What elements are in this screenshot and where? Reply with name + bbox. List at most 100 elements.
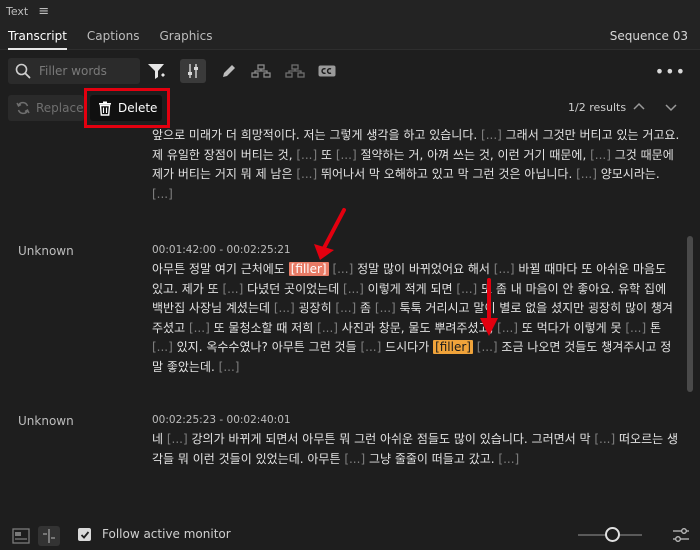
sequence-name: Sequence 03 <box>609 29 688 43</box>
transcript-text[interactable]: 강의가 바뀌게 되면서 아무튼 뭐 그런 아쉬운 점들도 많이 있습니다. 그러… <box>188 432 595 446</box>
transcript-text[interactable]: 있지. 옥수수였나? 아무튼 그런 것들 <box>173 340 361 354</box>
transcript-text[interactable]: 뛰어나서 막 오해하고 있고 막 그런 것은 아닙니다. <box>317 167 576 181</box>
gap-marker[interactable]: [...] <box>189 321 210 335</box>
trash-icon <box>99 101 111 116</box>
tab-transcript[interactable]: Transcript <box>0 22 75 50</box>
caption-track-button[interactable] <box>10 526 32 546</box>
search-input[interactable] <box>39 64 129 78</box>
follow-active-monitor-label: Follow active monitor <box>102 527 231 541</box>
gap-marker[interactable]: [...] <box>477 340 498 354</box>
scrollbar-thumb[interactable] <box>687 236 693 392</box>
gap-marker[interactable]: [...] <box>335 301 356 315</box>
transcript-text[interactable]: 이렇게 적게 되면 <box>364 282 457 296</box>
transcript-text[interactable]: 또 <box>317 148 336 162</box>
transcript-settings-button[interactable] <box>180 59 206 83</box>
gap-marker[interactable]: [...] <box>481 128 502 142</box>
transcript-text[interactable]: 사진과 창문, 물도 뿌려주셨고, <box>338 321 497 335</box>
replace-button[interactable]: Replace <box>8 95 84 121</box>
closed-captions-icon <box>318 65 336 77</box>
transcript-text[interactable]: 그냥 줄줄이 떠들고 갔고. <box>365 452 498 466</box>
replace-label: Replace <box>36 101 84 115</box>
gap-marker[interactable]: [...] <box>152 340 173 354</box>
delete-button[interactable]: Delete <box>90 95 162 121</box>
gap-marker[interactable]: [...] <box>576 167 597 181</box>
transcript-text[interactable]: 드시다가 <box>381 340 433 354</box>
gap-marker[interactable]: [...] <box>494 262 515 276</box>
filler-action-bar: Replace Delete 1/2 results <box>0 90 700 126</box>
speaker-label[interactable]: Unknown <box>18 414 74 428</box>
transcript-text[interactable]: 네 <box>152 432 167 446</box>
panel-title: Text <box>6 4 29 18</box>
gap-marker[interactable]: [...] <box>296 167 317 181</box>
transcript-text[interactable]: 굉장히 <box>295 301 336 315</box>
more-horizontal-icon[interactable]: ••• <box>655 62 686 81</box>
tab-bar: Transcript Captions Graphics Sequence 03 <box>0 22 700 50</box>
transcript-text[interactable]: 앞으로 미래가 더 희망적이다. 저는 그렇게 생각을 하고 있습니다. <box>152 128 481 142</box>
speaker-label[interactable]: Unknown <box>18 244 74 258</box>
transcript-paragraph[interactable]: 아무튼 정말 여기 근처에도 [filler] [...] 정말 많이 바뀌었어… <box>152 260 680 377</box>
transcript-text[interactable]: 양모시라는. <box>597 167 660 181</box>
gap-marker[interactable]: [...] <box>343 282 364 296</box>
chevron-up-icon[interactable] <box>632 100 646 114</box>
delete-label: Delete <box>118 101 158 115</box>
filter-button[interactable] <box>144 59 170 83</box>
gap-marker[interactable]: [...] <box>274 301 295 315</box>
gap-marker[interactable]: [...] <box>152 187 173 201</box>
transcript-text[interactable]: 정말 많이 바뀌었어요 해서 <box>353 262 494 276</box>
zoom-slider-knob[interactable] <box>605 527 621 542</box>
transcript-view[interactable]: 앞으로 미래가 더 희망적이다. 저는 그렇게 생각을 하고 있습니다. [..… <box>0 126 686 522</box>
transcript-text[interactable]: 좀 <box>356 301 375 315</box>
split-segments-icon <box>285 64 305 78</box>
gap-marker[interactable]: [...] <box>296 148 317 162</box>
transcript-footer: Follow active monitor <box>0 520 700 550</box>
captions-button[interactable] <box>314 59 340 83</box>
transcript-toolbar: ••• <box>0 52 700 90</box>
transcript-paragraph[interactable]: 앞으로 미래가 더 희망적이다. 저는 그렇게 생각을 하고 있습니다. [..… <box>152 126 680 204</box>
sync-playhead-button[interactable] <box>38 526 60 546</box>
panel-header: Text ≡ <box>0 0 700 22</box>
checkmark-icon <box>80 530 89 539</box>
tab-graphics[interactable]: Graphics <box>152 22 221 50</box>
transcript-text[interactable]: 톤 <box>646 321 661 335</box>
gap-marker[interactable]: [...] <box>498 452 519 466</box>
gap-marker[interactable]: [...] <box>594 432 615 446</box>
caption-track-icon <box>12 528 30 544</box>
gap-marker[interactable]: [...] <box>590 148 611 162</box>
transcript-paragraph[interactable]: 네 [...] 강의가 바뀌게 되면서 아무튼 뭐 그런 아쉬운 점들도 많이 … <box>152 430 680 469</box>
gap-marker[interactable]: [...] <box>625 321 646 335</box>
gap-marker[interactable]: [...] <box>332 262 353 276</box>
gap-marker[interactable]: [...] <box>344 452 365 466</box>
adjustments-icon[interactable] <box>672 526 690 544</box>
follow-active-monitor-checkbox[interactable] <box>78 528 91 541</box>
gap-marker[interactable]: [...] <box>219 360 240 374</box>
timecode: 00:02:25:23 - 00:02:40:01 <box>152 414 291 426</box>
gap-marker[interactable]: [...] <box>336 148 357 162</box>
merge-segments-button[interactable] <box>248 59 274 83</box>
gap-marker[interactable]: [...] <box>167 432 188 446</box>
sliders-icon <box>188 64 198 78</box>
filler-word-tag[interactable]: [filler] <box>433 340 473 354</box>
transcript-text[interactable]: 다녔던 곳이었는데 <box>243 282 343 296</box>
transcript-text[interactable]: 또 먹다가 이렇게 못 <box>518 321 625 335</box>
chevron-down-icon[interactable] <box>664 100 678 114</box>
gap-marker[interactable]: [...] <box>317 321 338 335</box>
gap-marker[interactable]: [...] <box>456 282 477 296</box>
timecode: 00:01:42:00 - 00:02:25:21 <box>152 244 291 256</box>
panel-menu-icon[interactable]: ≡ <box>38 4 49 19</box>
pen-icon <box>223 65 235 77</box>
tab-captions[interactable]: Captions <box>79 22 148 50</box>
transcript-text[interactable]: 또 물청소할 때 저희 <box>210 321 317 335</box>
replace-icon <box>16 101 30 115</box>
filter-icon <box>148 64 165 79</box>
filler-word-tag-active[interactable]: [filler] <box>288 262 329 276</box>
gap-marker[interactable]: [...] <box>222 282 243 296</box>
edit-button[interactable] <box>216 59 242 83</box>
transcript-text[interactable]: 절약하는 거, 아껴 쓰는 것, 이런 거기 때문에, <box>357 148 590 162</box>
transcript-text[interactable]: 아무튼 정말 여기 근처에도 <box>152 262 289 276</box>
sync-playhead-icon <box>43 529 55 543</box>
split-segments-button[interactable] <box>282 59 308 83</box>
gap-marker[interactable]: [...] <box>497 321 518 335</box>
gap-marker[interactable]: [...] <box>375 301 396 315</box>
search-box[interactable] <box>8 58 140 84</box>
gap-marker[interactable]: [...] <box>360 340 381 354</box>
